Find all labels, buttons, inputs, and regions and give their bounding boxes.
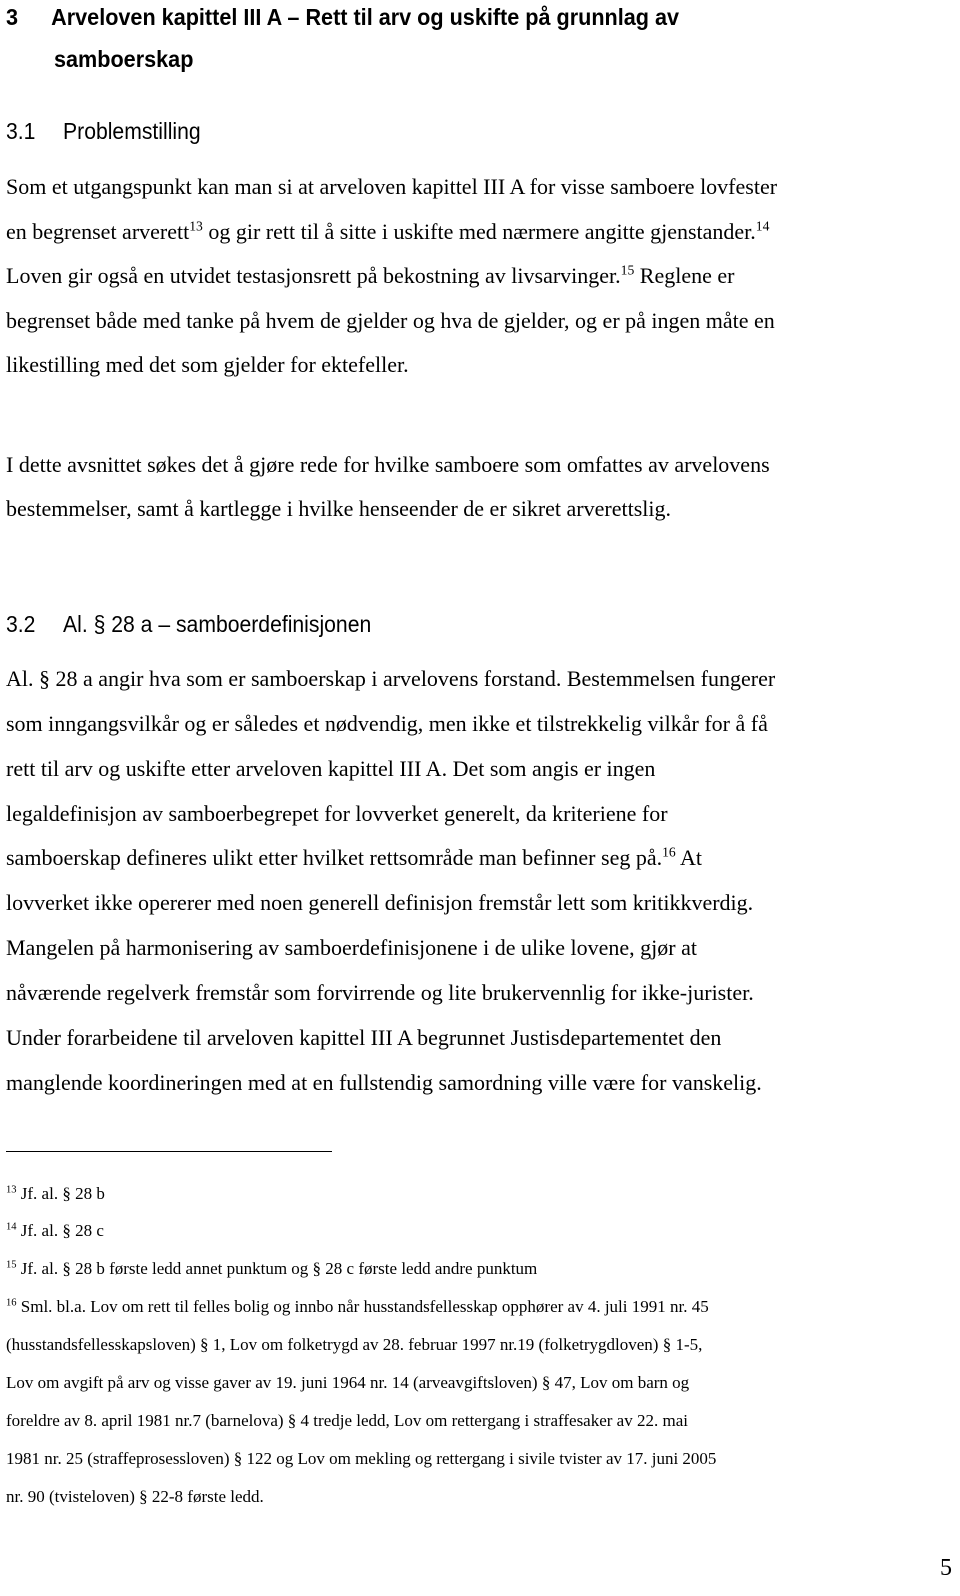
paragraph-line: Mangelen på harmonisering av samboerdefi…: [6, 935, 697, 960]
text-span: Reglene er: [634, 263, 735, 288]
footnote-15: 15 Jf. al. § 28 b første ledd annet punk…: [6, 1259, 537, 1279]
text-span: en begrenset arverett: [6, 219, 190, 244]
document-page: 3 Arveloven kapittel III A – Rett til arv…: [0, 0, 960, 1596]
chapter-heading: 3 Arveloven kapittel III A – Rett til arv…: [6, 4, 679, 31]
paragraph-line: Loven gir også en utvidet testasjonsrett…: [6, 263, 734, 289]
chapter-title-line2: samboerskap: [54, 46, 194, 72]
footnote-16: 16 Sml. bl.a. Lov om rett til felles bol…: [6, 1297, 709, 1317]
footnote-number: 15: [6, 1259, 17, 1271]
paragraph-line: bestemmelser, samt å kartlegge i hvilke …: [6, 496, 671, 521]
paragraph-line: Under forarbeidene til arveloven kapitte…: [6, 1025, 722, 1050]
footnote-text: Jf. al. § 28 b første ledd annet punktum…: [20, 1259, 538, 1278]
section-number: 3.1: [6, 118, 36, 144]
paragraph-line: som inngangsvilkår og er således et nødv…: [6, 711, 768, 736]
footnote-number: 16: [6, 1297, 17, 1309]
footnote-16-line: 1981 nr. 25 (straffeprosessloven) § 122 …: [6, 1449, 717, 1468]
paragraph-line: nåværende regelverk fremstår som forvirr…: [6, 980, 754, 1005]
footnote-ref-15[interactable]: 15: [621, 263, 635, 278]
section-title: Problemstilling: [63, 118, 201, 144]
paragraph-line: samboerskap defineres ulikt etter hvilke…: [6, 845, 702, 871]
paragraph-line: rett til arv og uskifte etter arveloven …: [6, 756, 656, 781]
footnote-ref-14[interactable]: 14: [756, 219, 770, 234]
footnote-separator: [6, 1151, 332, 1152]
footnote-13: 13 Jf. al. § 28 b: [6, 1184, 105, 1204]
section-heading-3-2: 3.2 Al. § 28 a – samboerdefinisjonen: [6, 611, 371, 638]
footnote-ref-13[interactable]: 13: [189, 219, 203, 234]
text-span: samboerskap defineres ulikt etter hvilke…: [6, 845, 663, 870]
section-title: Al. § 28 a – samboerdefinisjonen: [63, 611, 372, 637]
chapter-title-line1: Arveloven kapittel III A – Rett til arv …: [51, 4, 680, 30]
paragraph-line: legaldefinisjon av samboerbegrepet for l…: [6, 801, 668, 826]
paragraph-line: lovverket ikke opererer med noen generel…: [6, 890, 754, 915]
section-number: 3.2: [6, 611, 36, 637]
text-span: og gir rett til å sitte i uskifte med næ…: [202, 219, 756, 244]
footnote-16-line: Lov om avgift på arv og visse gaver av 1…: [6, 1373, 690, 1392]
footnote-text: Jf. al. § 28 c: [20, 1221, 104, 1240]
footnote-text: Jf. al. § 28 b: [20, 1184, 105, 1203]
paragraph-line: Al. § 28 a angir hva som er samboerskap …: [6, 666, 776, 691]
footnote-14: 14 Jf. al. § 28 c: [6, 1221, 104, 1241]
text-span: At: [675, 845, 703, 870]
page-number: 5: [940, 1555, 952, 1581]
chapter-number: 3: [6, 4, 19, 30]
section-heading-3-1: 3.1 Problemstilling: [6, 118, 201, 145]
footnote-16-line: (husstandsfellesskapsloven) § 1, Lov om …: [6, 1335, 703, 1354]
footnote-16-line: nr. 90 (tvisteloven) § 22-8 første ledd.: [6, 1487, 264, 1506]
paragraph-line: likestilling med det som gjelder for ekt…: [6, 352, 409, 377]
footnote-number: 14: [6, 1221, 17, 1233]
footnote-ref-16[interactable]: 16: [662, 845, 676, 860]
footnote-text: Sml. bl.a. Lov om rett til felles bolig …: [20, 1297, 709, 1316]
paragraph-line: I dette avsnittet søkes det å gjøre rede…: [6, 452, 770, 477]
paragraph-line: en begrenset arverett13 og gir rett til …: [6, 219, 769, 245]
paragraph-line: Som et utgangspunkt kan man si at arvelo…: [6, 174, 778, 199]
paragraph-line: manglende koordineringen med at en fulls…: [6, 1070, 762, 1095]
footnote-16-line: foreldre av 8. april 1981 nr.7 (barnelov…: [6, 1411, 688, 1430]
footnote-number: 13: [6, 1184, 17, 1196]
paragraph-line: begrenset både med tanke på hvem de gjel…: [6, 308, 775, 333]
text-span: Loven gir også en utvidet testasjonsrett…: [6, 263, 621, 288]
